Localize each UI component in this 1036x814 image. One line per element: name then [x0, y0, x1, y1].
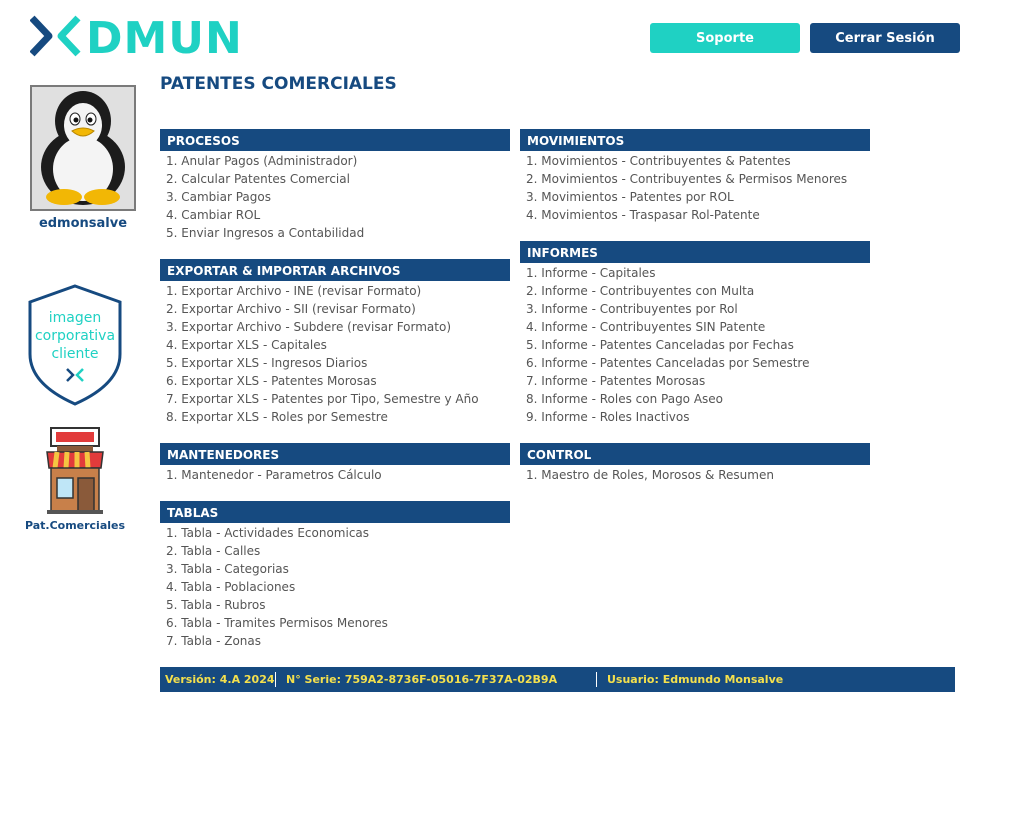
- divider: [275, 672, 276, 687]
- menu-list: 1. Movimientos - Contribuyentes & Patent…: [520, 152, 870, 224]
- menu-item[interactable]: 2. Exportar Archivo - SII (revisar Forma…: [160, 300, 510, 318]
- menu-item[interactable]: 1. Mantenedor - Parametros Cálculo: [160, 466, 510, 484]
- status-bar: Versión: 4.A 2024 N° Serie: 759A2-8736F-…: [160, 667, 955, 692]
- avatar: [30, 85, 136, 211]
- corporate-image-badge: imagen corporativa cliente: [28, 284, 122, 406]
- logout-button[interactable]: Cerrar Sesión: [810, 23, 960, 53]
- menu-item[interactable]: 3. Exportar Archivo - Subdere (revisar F…: [160, 318, 510, 336]
- menu-item[interactable]: 4. Cambiar ROL: [160, 206, 510, 224]
- menu-item[interactable]: 2. Calcular Patentes Comercial: [160, 170, 510, 188]
- section-title: PROCESOS: [160, 129, 510, 151]
- menu-item[interactable]: 1. Informe - Capitales: [520, 264, 870, 282]
- section-title: MOVIMIENTOS: [520, 129, 870, 151]
- version-text: Versión: 4.A 2024: [165, 673, 275, 686]
- section-mantenedores: MANTENEDORES 1. Mantenedor - Parametros …: [160, 443, 510, 484]
- menu-list: 1. Mantenedor - Parametros Cálculo: [160, 466, 510, 484]
- menu-item[interactable]: 6. Tabla - Tramites Permisos Menores: [160, 614, 510, 632]
- menu-item[interactable]: 9. Informe - Roles Inactivos: [520, 408, 870, 426]
- menu-item[interactable]: 7. Informe - Patentes Morosas: [520, 372, 870, 390]
- menu-item[interactable]: 2. Movimientos - Contribuyentes & Permis…: [520, 170, 870, 188]
- menu-item[interactable]: 4. Exportar XLS - Capitales: [160, 336, 510, 354]
- menu-list: 1. Maestro de Roles, Morosos & Resumen: [520, 466, 870, 484]
- menu-item[interactable]: 4. Informe - Contribuyentes SIN Patente: [520, 318, 870, 336]
- section-title: INFORMES: [520, 241, 870, 263]
- menu-item[interactable]: 2. Tabla - Calles: [160, 542, 510, 560]
- menu-item[interactable]: 4. Movimientos - Traspasar Rol-Patente: [520, 206, 870, 224]
- section-informes: INFORMES 1. Informe - Capitales 2. Infor…: [520, 241, 870, 426]
- section-title: CONTROL: [520, 443, 870, 465]
- section-control: CONTROL 1. Maestro de Roles, Morosos & R…: [520, 443, 870, 484]
- menu-list: 1. Informe - Capitales 2. Informe - Cont…: [520, 264, 870, 426]
- section-movimientos: MOVIMIENTOS 1. Movimientos - Contribuyen…: [520, 129, 870, 224]
- section-procesos: PROCESOS 1. Anular Pagos (Administrador)…: [160, 129, 510, 242]
- menu-item[interactable]: 1. Tabla - Actividades Economicas: [160, 524, 510, 542]
- page-title: PATENTES COMERCIALES: [160, 74, 397, 94]
- menu-list: 1. Exportar Archivo - INE (revisar Forma…: [160, 282, 510, 426]
- username: edmonsalve: [38, 216, 128, 231]
- section-exportar: EXPORTAR & IMPORTAR ARCHIVOS 1. Exportar…: [160, 259, 510, 426]
- support-button[interactable]: Soporte: [650, 23, 800, 53]
- menu-item[interactable]: 1. Maestro de Roles, Morosos & Resumen: [520, 466, 870, 484]
- user-text: Usuario: Edmundo Monsalve: [607, 673, 784, 686]
- menu-item[interactable]: 8. Informe - Roles con Pago Aseo: [520, 390, 870, 408]
- penguin-icon: [32, 87, 134, 209]
- menu-item[interactable]: 6. Exportar XLS - Patentes Morosas: [160, 372, 510, 390]
- menu-list: 1. Tabla - Actividades Economicas 2. Tab…: [160, 524, 510, 650]
- section-tablas: TABLAS 1. Tabla - Actividades Economicas…: [160, 501, 510, 650]
- menu-item[interactable]: 3. Tabla - Categorias: [160, 560, 510, 578]
- menu-item[interactable]: 3. Movimientos - Patentes por ROL: [520, 188, 870, 206]
- menu-item[interactable]: 3. Cambiar Pagos: [160, 188, 510, 206]
- menu-item[interactable]: 3. Informe - Contribuyentes por Rol: [520, 300, 870, 318]
- menu-item[interactable]: 7. Tabla - Zonas: [160, 632, 510, 650]
- badge-line-2: corporativa: [35, 328, 115, 344]
- menu-item[interactable]: 5. Tabla - Rubros: [160, 596, 510, 614]
- module-label[interactable]: Pat.Comerciales: [24, 519, 126, 532]
- section-title: EXPORTAR & IMPORTAR ARCHIVOS: [160, 259, 510, 281]
- menu-item[interactable]: 7. Exportar XLS - Patentes por Tipo, Sem…: [160, 390, 510, 408]
- menu-item[interactable]: 5. Exportar XLS - Ingresos Diarios: [160, 354, 510, 372]
- badge-line-1: imagen: [49, 310, 101, 326]
- menu-item[interactable]: 5. Informe - Patentes Canceladas por Fec…: [520, 336, 870, 354]
- dmuni-logo: DMUNI: [30, 14, 245, 58]
- section-title: TABLAS: [160, 501, 510, 523]
- menu-item[interactable]: 1. Anular Pagos (Administrador): [160, 152, 510, 170]
- menu-item[interactable]: 1. Movimientos - Contribuyentes & Patent…: [520, 152, 870, 170]
- serial-text: N° Serie: 759A2-8736F-05016-7F37A-02B9A: [286, 673, 558, 686]
- menu-item[interactable]: 6. Informe - Patentes Canceladas por Sem…: [520, 354, 870, 372]
- badge-line-3: cliente: [51, 346, 98, 362]
- menu-list: 1. Anular Pagos (Administrador) 2. Calcu…: [160, 152, 510, 242]
- menu-item[interactable]: 4. Tabla - Poblaciones: [160, 578, 510, 596]
- logo-text: DMUNI: [86, 14, 245, 58]
- menu-item[interactable]: 8. Exportar XLS - Roles por Semestre: [160, 408, 510, 426]
- section-title: MANTENEDORES: [160, 443, 510, 465]
- shop-icon[interactable]: [45, 426, 105, 516]
- menu-item[interactable]: 5. Enviar Ingresos a Contabilidad: [160, 224, 510, 242]
- divider: [596, 672, 597, 687]
- menu-item[interactable]: 1. Exportar Archivo - INE (revisar Forma…: [160, 282, 510, 300]
- menu-item[interactable]: 2. Informe - Contribuyentes con Multa: [520, 282, 870, 300]
